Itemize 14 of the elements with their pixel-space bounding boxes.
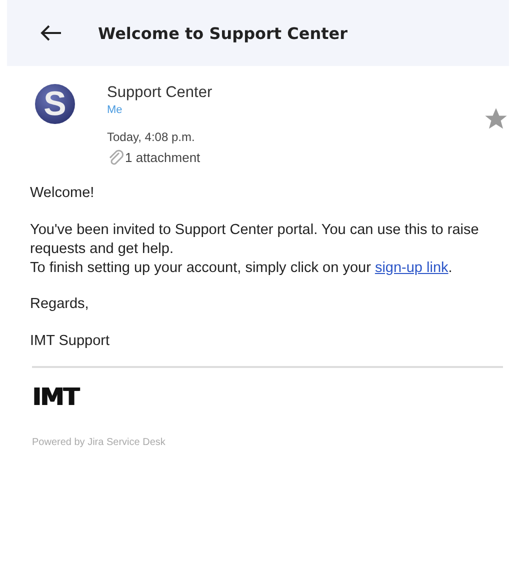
sign-up-link[interactable]: sign-up link bbox=[374, 260, 448, 276]
message-paragraph: You've been invited to Support Center portal. You can use this to raise requests and get help. To finish setting up your account, simply click on your sign-up link. bbox=[30, 220, 480, 278]
sender-name: Support Center bbox=[107, 84, 212, 102]
signature-text: IMT Support bbox=[30, 332, 111, 352]
attachment-count[interactable]: 1 attachment bbox=[125, 150, 200, 164]
message-date: Today, 4:08 p.m. bbox=[107, 130, 195, 144]
back-arrow-icon[interactable] bbox=[40, 25, 62, 41]
paperclip-icon bbox=[107, 148, 125, 166]
email-subject: Welcome to Support Center bbox=[98, 24, 348, 42]
greeting-text: Welcome! bbox=[30, 184, 96, 203]
company-logo: IMT bbox=[32, 383, 78, 412]
sender-avatar: S bbox=[35, 84, 75, 124]
powered-by-text: Powered by Jira Service Desk bbox=[32, 437, 166, 448]
closing-text: Regards, bbox=[30, 295, 90, 314]
